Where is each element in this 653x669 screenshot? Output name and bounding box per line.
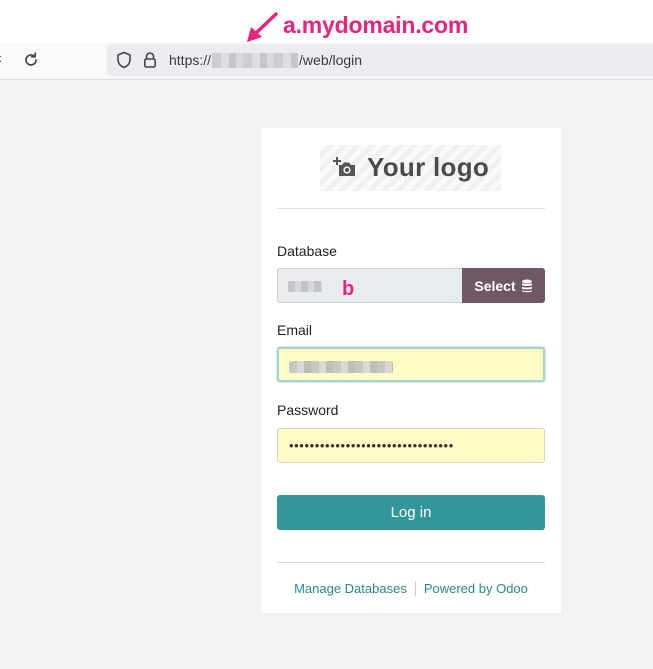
url-text: https:// /web/login bbox=[169, 52, 362, 68]
password-mask: •••••••••••••••••••••••••••••••• bbox=[289, 438, 454, 453]
database-field[interactable] bbox=[277, 268, 463, 303]
select-button-label: Select bbox=[474, 277, 516, 294]
browser-toolbar: ‹ https:// /web/login bbox=[0, 42, 653, 80]
database-icon bbox=[521, 279, 532, 292]
address-bar[interactable]: https:// /web/login bbox=[107, 44, 653, 76]
annotation-arrow-icon bbox=[247, 12, 278, 42]
annotation-marker-b: b bbox=[342, 278, 355, 300]
logo-text: Your logo bbox=[367, 152, 490, 182]
email-field[interactable] bbox=[277, 347, 545, 382]
powered-by-odoo-link[interactable]: Powered by Odoo bbox=[424, 581, 528, 596]
database-label: Database bbox=[277, 243, 337, 259]
logo-divider bbox=[277, 208, 545, 209]
footer-separator bbox=[414, 581, 416, 596]
footer-links: Manage Databases Powered by Odoo bbox=[277, 581, 545, 596]
blurred-email-value bbox=[289, 361, 393, 373]
url-prefix: https:// bbox=[169, 52, 212, 68]
back-arrow-icon[interactable]: ‹ bbox=[0, 50, 2, 67]
reload-icon[interactable] bbox=[22, 51, 40, 69]
email-label: Email bbox=[277, 322, 313, 338]
blurred-database-name bbox=[288, 281, 322, 292]
lock-icon[interactable] bbox=[143, 51, 157, 69]
password-label: Password bbox=[277, 402, 339, 418]
url-path: /web/login bbox=[299, 52, 363, 68]
camera-plus-icon bbox=[333, 157, 355, 176]
footer-divider bbox=[277, 562, 545, 563]
login-button[interactable]: Log in bbox=[277, 495, 545, 530]
manage-databases-link[interactable]: Manage Databases bbox=[294, 581, 407, 596]
annotation-domain-label: a.mydomain.com bbox=[283, 12, 469, 38]
select-database-button[interactable]: Select bbox=[462, 268, 545, 303]
blurred-hostname bbox=[212, 52, 299, 68]
shield-icon[interactable] bbox=[116, 51, 132, 69]
password-field[interactable]: •••••••••••••••••••••••••••••••• bbox=[277, 428, 545, 463]
